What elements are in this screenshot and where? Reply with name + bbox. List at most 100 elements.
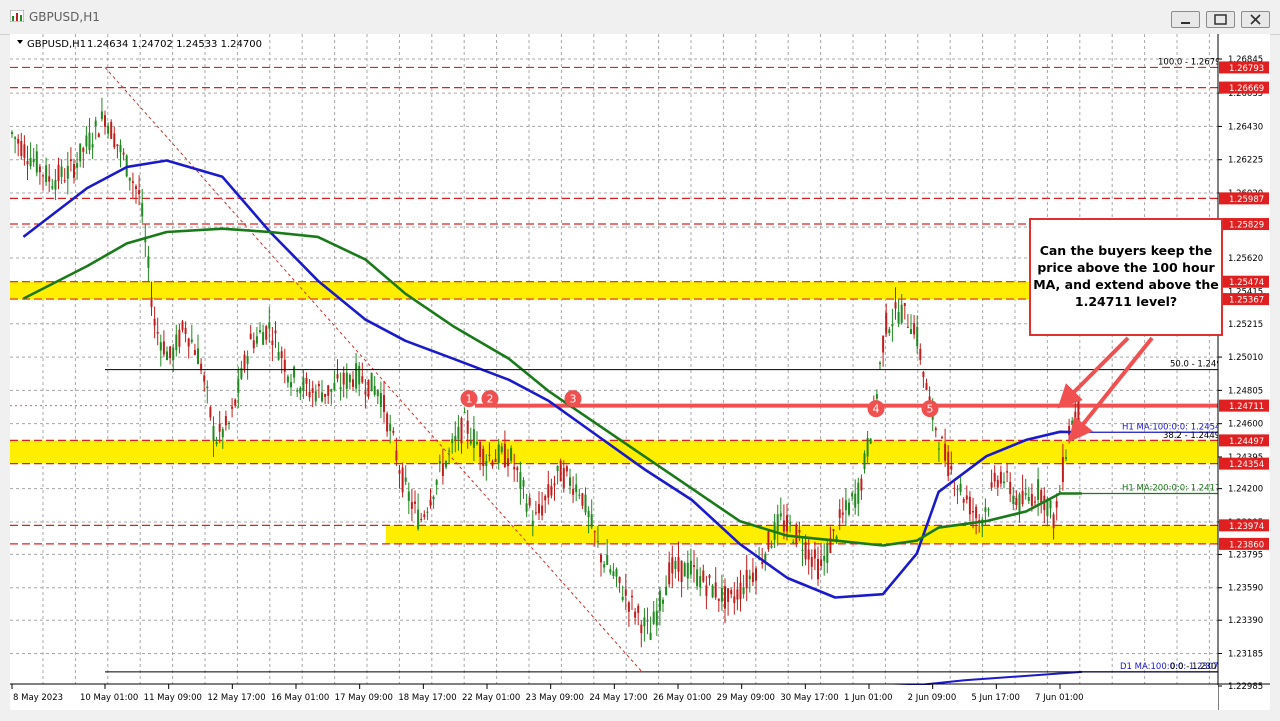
candle-body [888, 329, 891, 334]
candle-body [466, 420, 469, 434]
candle-body [863, 453, 866, 469]
candle-body [20, 140, 23, 157]
candle-body [866, 437, 869, 457]
candle-body [525, 503, 528, 512]
candle-body [844, 500, 847, 511]
price-chart[interactable]: H1 MA:100:0:0: 1.24547H1 MA:200:0:0: 1.2… [10, 34, 1270, 710]
candle-body [559, 460, 562, 482]
candle-body [603, 564, 606, 568]
candle-body [553, 483, 556, 486]
candle-body [51, 186, 54, 189]
candle-body [584, 494, 587, 513]
x-tick-label: 12 May 17:00 [207, 693, 265, 703]
candle-body [1018, 494, 1021, 514]
candle-body [398, 470, 401, 474]
candle-body [438, 461, 441, 465]
candle-body [150, 297, 153, 307]
candle-body [29, 157, 32, 167]
ma-label: H1 MA:200:0:0: 1.24170 [1122, 484, 1226, 494]
candle-body [1055, 501, 1058, 508]
close-button[interactable] [1241, 11, 1270, 28]
candle-body [1030, 493, 1033, 506]
candle-body [975, 506, 978, 519]
candle-body [423, 514, 426, 518]
y-tick-label: 1.25620 [1228, 254, 1263, 264]
candle-body [640, 624, 643, 634]
candle-body [457, 426, 460, 440]
y-tick-label: 1.23590 [1228, 584, 1263, 594]
candle-body [1021, 490, 1024, 505]
touch-marker-2: 2 [481, 390, 499, 408]
candle-body [683, 563, 686, 577]
x-tick-label: 10 May 01:00 [80, 693, 138, 703]
candle-body [330, 389, 333, 392]
candle-body [711, 585, 714, 598]
candle-body [153, 318, 156, 326]
candle-body [476, 442, 478, 444]
candle-body [175, 334, 178, 351]
candle-body [128, 177, 131, 181]
candle-body [206, 386, 209, 389]
candle-body [990, 482, 993, 488]
y-tick-label: 1.25215 [1228, 320, 1263, 330]
candle-body [869, 438, 872, 444]
candle-body [321, 392, 323, 402]
candle-body [38, 166, 41, 173]
candle-body [339, 387, 342, 390]
x-tick-label: 8 May 2023 [13, 693, 63, 703]
candle-body [63, 180, 66, 182]
maximize-button[interactable] [1206, 11, 1235, 28]
candle-body [510, 448, 513, 461]
price-tag-label: 1.26669 [1229, 84, 1264, 94]
candle-body [854, 493, 857, 508]
candle-body [184, 327, 187, 334]
candle-body [776, 514, 779, 534]
candle-body [122, 152, 125, 155]
candle-body [274, 330, 277, 334]
x-tick-label: 17 May 09:00 [335, 693, 393, 703]
candle-body [308, 391, 311, 398]
candle-body [655, 610, 658, 626]
candle-body [1071, 420, 1074, 426]
touch-marker-4: 4 [867, 400, 885, 418]
candle-body [615, 569, 618, 577]
candle-body [147, 256, 150, 268]
y-tick-label: 1.24200 [1228, 485, 1263, 495]
candle-body [962, 499, 965, 503]
candle-body [392, 430, 395, 433]
candle-body [299, 387, 302, 394]
window-titlebar[interactable]: GBPUSD,H1 [0, 0, 1280, 35]
mt4-chart-window: GBPUSD,H1 H1 MA:100:0:0: 1.24547 H1 MA:20… [0, 0, 1280, 721]
candle-body [190, 339, 193, 343]
price-tag-label: 1.26793 [1229, 64, 1264, 74]
candle-body [1034, 501, 1036, 503]
candle-body [88, 132, 91, 150]
minimize-button[interactable] [1171, 11, 1200, 28]
candle-body [875, 394, 878, 399]
fib-label: 100.0 - 1.26793 [1158, 57, 1226, 67]
candle-body [609, 569, 612, 573]
candle-body [417, 509, 420, 529]
x-tick-label: 2 Jun 09:00 [908, 693, 957, 703]
candle-body [113, 133, 116, 148]
candle-body [627, 602, 630, 612]
candle-body [410, 501, 413, 509]
candle-body [376, 390, 379, 397]
candle-body [463, 411, 466, 413]
candle-body [621, 596, 624, 600]
candle-body [42, 175, 44, 177]
candle-body [469, 440, 472, 444]
marker-label: 1 [466, 393, 473, 406]
candle-body [317, 383, 320, 387]
candle-body [277, 352, 280, 360]
candle-body [798, 529, 801, 533]
candle-body [358, 366, 361, 385]
candle-body [435, 480, 438, 485]
yellow-zone [10, 440, 1218, 464]
candle-body [60, 166, 63, 177]
candle-body [786, 515, 788, 532]
candle-body [119, 144, 122, 153]
candle-body [662, 599, 664, 604]
candle-body [448, 450, 451, 452]
candle-body [569, 477, 571, 486]
